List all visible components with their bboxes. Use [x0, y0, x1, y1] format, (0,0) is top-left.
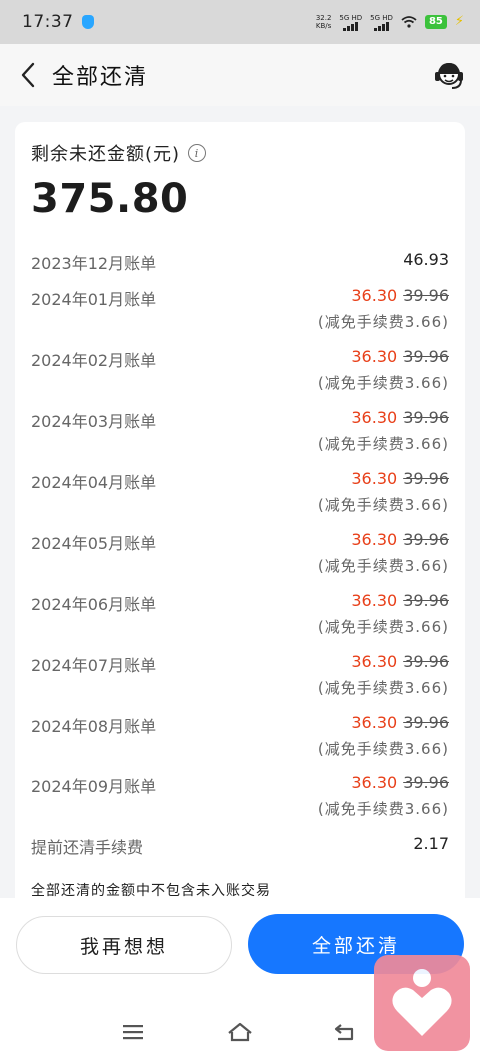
bill-fee-waiver: (减免手续费3.66)	[317, 313, 449, 331]
return-icon[interactable]	[332, 1020, 360, 1044]
fee-label: 提前还清手续费	[31, 838, 144, 857]
bill-discounted-amount: 36.30	[351, 713, 398, 732]
bill-amount-row: 36.30 39.96	[351, 530, 449, 549]
bill-amount-row: 36.30 39.96	[351, 713, 449, 732]
bill-original-amount: 39.96	[403, 713, 449, 732]
net-speed-unit: KB/s	[315, 22, 332, 30]
status-indicators: 32.2 KB/s 5G HD 5G HD 85 ⚡	[316, 14, 464, 31]
bill-amount-row: 36.30 39.96	[351, 591, 449, 610]
bill-original-amount: 39.96	[403, 347, 449, 366]
bill-amount-row: 36.30 39.96	[351, 286, 449, 305]
page-header: 全部还清	[0, 44, 480, 106]
bill-amount-row: 36.30 39.96	[351, 652, 449, 671]
sim2-label: 5G HD	[370, 13, 393, 22]
bill-month: 2024年09月账单	[31, 777, 157, 796]
bill-discounted-amount: 36.30	[351, 347, 398, 366]
bill-discounted-amount: 36.30	[351, 591, 398, 610]
signal-bars-icon	[343, 21, 359, 31]
back-button[interactable]	[14, 60, 42, 90]
signal-bars-icon	[374, 21, 390, 31]
bill-original-amount: 39.96	[403, 286, 449, 305]
bill-original-amount: 39.96	[403, 773, 449, 792]
bill-month: 2024年01月账单	[31, 290, 157, 309]
net-speed: 32.2 KB/s	[316, 14, 332, 30]
bill-month: 2024年07月账单	[31, 656, 157, 675]
info-icon[interactable]: i	[188, 144, 207, 162]
bill-month: 2024年05月账单	[31, 534, 157, 553]
repayment-card: 剩余未还金额(元) i 375.80 2023年12月账单 46.93 2024…	[15, 122, 465, 912]
bill-fee-waiver: (减免手续费3.66)	[317, 800, 449, 818]
bill-amount-row: 36.30 39.96	[351, 469, 449, 488]
bill-original-amount: 39.96	[403, 408, 449, 427]
notification-icon	[81, 15, 94, 29]
bill-discounted-amount: 36.30	[351, 469, 398, 488]
bill-discounted-amount: 36.30	[351, 286, 398, 305]
fee-value: 2.17	[413, 834, 449, 853]
sim1-label: 5G HD	[339, 13, 363, 22]
bill-fee-waiver: (减免手续费3.66)	[317, 557, 449, 575]
bill-original-amount: 39.96	[403, 469, 449, 488]
bill-fee-waiver: (减免手续费3.66)	[317, 496, 449, 514]
charging-icon: ⚡	[454, 14, 464, 29]
status-bar: 17:37 32.2 KB/s 5G HD 5G HD 85 ⚡	[0, 0, 480, 44]
menu-icon[interactable]	[120, 1020, 148, 1044]
bill-discounted-amount: 36.30	[351, 408, 398, 427]
think-again-button[interactable]: 我再想想	[16, 916, 232, 974]
net-speed-value: 32.2	[315, 14, 332, 22]
bill-month: 2024年06月账单	[31, 595, 157, 614]
bill-month: 2024年02月账单	[31, 351, 157, 370]
bill-amount-row: 36.30 39.96	[351, 347, 449, 366]
bill-original-amount: 39.96	[403, 652, 449, 671]
bill-month: 2024年08月账单	[31, 717, 157, 736]
bill-month: 2023年12月账单	[31, 254, 157, 273]
bill-discounted-amount: 36.30	[351, 652, 398, 671]
bill-fee-waiver: (减免手续费3.66)	[317, 679, 449, 697]
bill-fee-waiver: (减免手续费3.66)	[317, 374, 449, 392]
bill-discounted-amount: 36.30	[351, 530, 398, 549]
bill-month: 2024年04月账单	[31, 473, 157, 492]
bill-fee-waiver: (减免手续费3.66)	[317, 740, 449, 758]
bill-fee-waiver: (减免手续费3.66)	[317, 435, 449, 453]
home-icon[interactable]	[226, 1020, 254, 1044]
page-title: 全部还清	[52, 65, 149, 90]
bill-original-amount: 39.96	[403, 591, 449, 610]
headset-icon[interactable]	[432, 58, 466, 92]
bill-amount: 46.93	[403, 250, 449, 269]
status-time: 17:37	[22, 12, 74, 32]
wifi-icon	[401, 16, 417, 28]
battery-icon: 85	[424, 15, 447, 29]
heart-person-icon	[392, 969, 452, 1036]
bill-original-amount: 39.96	[403, 530, 449, 549]
remaining-label-row: 剩余未还金额(元) i	[31, 140, 207, 166]
bill-fee-waiver: (减免手续费3.66)	[317, 618, 449, 636]
bill-discounted-amount: 36.30	[351, 773, 398, 792]
note-text: 全部还清的金额中不包含未入账交易	[31, 883, 271, 899]
sim2-signal: 5G HD	[370, 14, 393, 31]
bill-month: 2024年03月账单	[31, 412, 157, 431]
chevron-left-icon	[21, 62, 35, 88]
remaining-label: 剩余未还金额(元)	[31, 144, 181, 165]
bill-amount-row: 36.30 39.96	[351, 773, 449, 792]
sim1-signal: 5G HD	[339, 14, 362, 31]
remaining-amount: 375.80	[31, 176, 189, 222]
floating-assistant-button[interactable]	[374, 955, 470, 1051]
bill-amount-row: 36.30 39.96	[351, 408, 449, 427]
